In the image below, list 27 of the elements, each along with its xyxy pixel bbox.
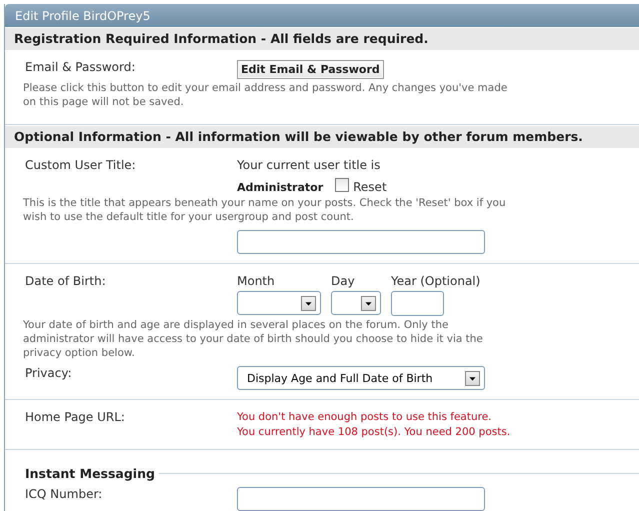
year-field[interactable]: [391, 291, 444, 316]
warning-text: You currently have 108 post(s). You need 200 posts.: [237, 425, 512, 440]
current-title-intro: Your current user title is: [237, 158, 382, 172]
field-description: Please click this button to edit your email address and password. Any changes you've made on this page will not be saved.: [22, 81, 508, 109]
field-description: Your date of birth and age are displayed in several places on the forum. Only the administrator will have access to your date of birth should you choose to hide it via the privacy option below.: [22, 318, 484, 360]
title-field[interactable]: [237, 230, 485, 254]
reset-checkbox[interactable]: [335, 178, 350, 192]
edit-button[interactable]: Edit Email & Password: [237, 60, 384, 79]
date-part-label: Year (Optional): [391, 274, 480, 288]
date-part-label: Month: [237, 274, 276, 288]
privacy-select[interactable]: Display Age and Full Date of Birth: [237, 366, 485, 390]
reset-label: Reset: [353, 180, 387, 194]
section-heading: Registration Required Information - All fields are required.: [5, 28, 639, 50]
panel-title: Edit Profile BirdOPrey5: [5, 4, 639, 27]
icq-field[interactable]: [237, 487, 485, 511]
field-description: This is the title that appears beneath your name on your posts. Check the 'Reset' box if you wish to use the default title for your usergroup and post count.: [22, 196, 507, 224]
date-part-label: Day: [331, 274, 356, 288]
field-label: Home Page URL:: [25, 410, 126, 426]
subsection-heading: Instant Messaging: [25, 466, 155, 481]
current-title: Administrator: [237, 181, 324, 194]
field-label: Date of Birth:: [25, 274, 107, 290]
field-label: Privacy:: [25, 366, 73, 382]
field-label: Custom User Title:: [25, 158, 137, 174]
section-heading: Optional Information - All information will be viewable by other forum members.: [5, 126, 639, 148]
field-label: Email & Password:: [25, 60, 136, 76]
field-label: ICQ Number:: [25, 487, 104, 503]
warning-text: You don't have enough posts to use this feature.: [237, 410, 493, 425]
